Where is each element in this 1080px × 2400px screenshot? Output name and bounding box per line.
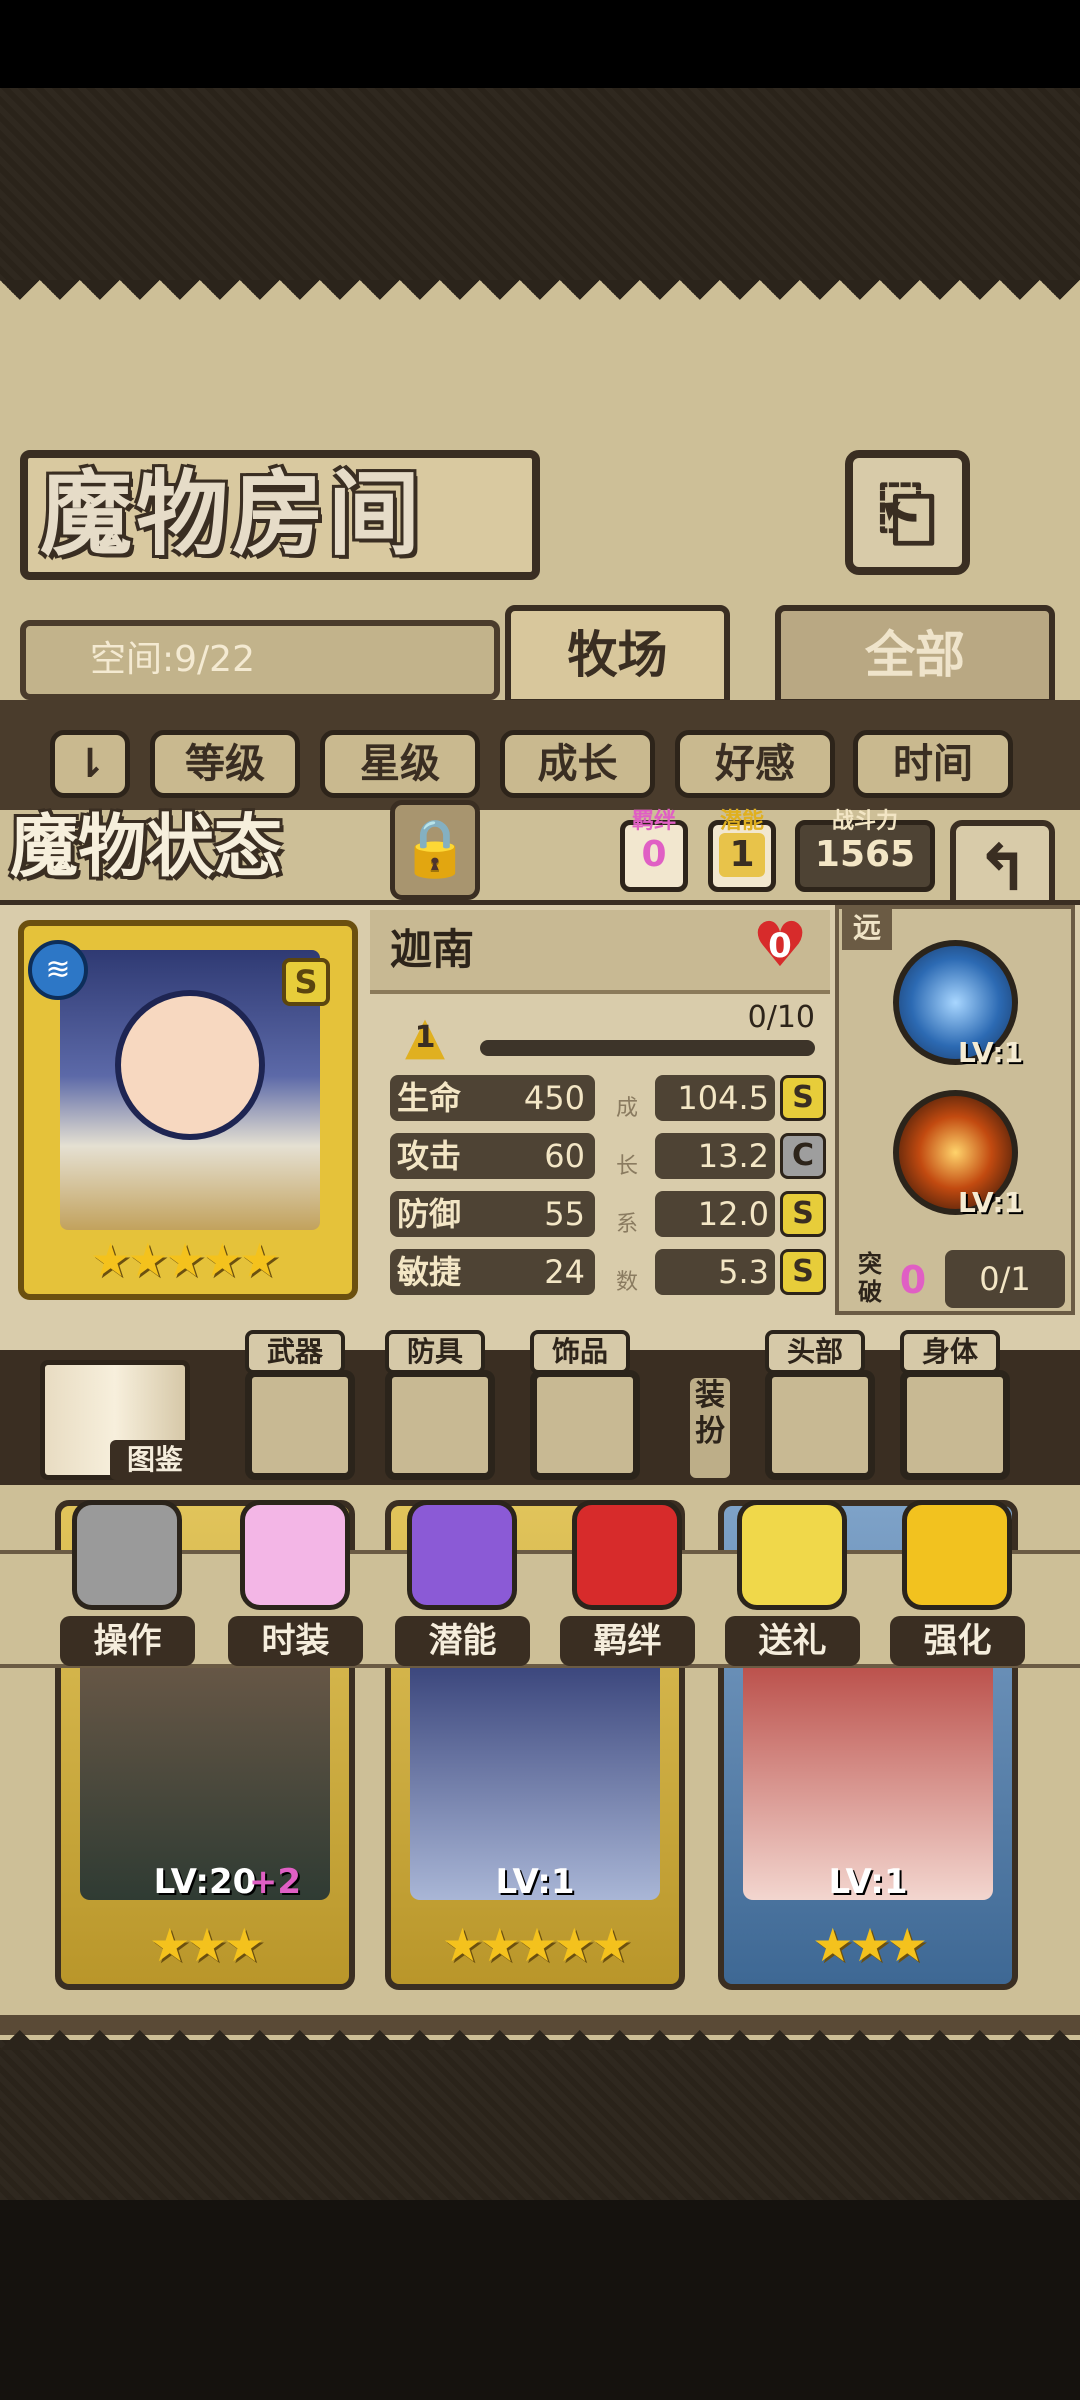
- operate-button[interactable]: 操作: [60, 1500, 195, 1680]
- stat-value: 450: [523, 1079, 585, 1117]
- lock-button[interactable]: 🔒: [390, 800, 480, 900]
- demon-icon: [407, 1500, 517, 1610]
- status-bar-area: [0, 0, 1080, 88]
- tab-all[interactable]: 全部: [775, 605, 1055, 705]
- panel-top-edge: [0, 280, 1080, 320]
- sort-growth-button[interactable]: 成长: [500, 730, 655, 798]
- potential-label: 潜能: [395, 1616, 530, 1666]
- armor-slot[interactable]: [385, 1370, 495, 1480]
- panel-bottom-edge: [0, 2010, 1080, 2050]
- growth-value: 13.2: [655, 1133, 775, 1179]
- monster-name: 迦南: [390, 925, 475, 974]
- tab-pasture[interactable]: 牧场: [505, 605, 730, 705]
- body-slot[interactable]: [900, 1370, 1010, 1480]
- power-badge: 战斗力 1565: [795, 811, 935, 892]
- growth-value: 5.3: [655, 1249, 775, 1295]
- growth-value: 104.5: [655, 1075, 775, 1121]
- head-slot-label: 头部: [765, 1330, 865, 1374]
- bond-button[interactable]: 羁绊: [560, 1500, 695, 1680]
- gift-button[interactable]: 送礼: [725, 1500, 860, 1680]
- bottom-area: [0, 2200, 1080, 2400]
- sort-favor-button[interactable]: 好感: [675, 730, 835, 798]
- bond-badge: 羁绊 0: [620, 811, 688, 892]
- skill-level: LV:1: [958, 1036, 1024, 1069]
- water-element-icon: ≋: [28, 940, 88, 1000]
- monster-portrait-face: [115, 990, 265, 1140]
- roster-level: LV:1: [828, 1862, 908, 1902]
- stat-value: 24: [544, 1253, 585, 1291]
- roster-bonus: +2: [248, 1862, 302, 1902]
- dressup-label: 装扮: [690, 1378, 730, 1478]
- power-badge-label: 战斗力: [831, 809, 898, 834]
- space-capacity-text: 空间:9/22: [90, 639, 255, 680]
- sort-order-toggle[interactable]: ⇂: [50, 730, 130, 798]
- stat-name: 敏捷: [397, 1253, 462, 1291]
- growth-grade: S: [780, 1191, 826, 1237]
- potential-level: 1: [414, 1020, 436, 1055]
- monster-status-title: 魔物状态: [10, 808, 283, 887]
- breakthrough-label: 突破: [858, 1250, 882, 1306]
- enhance-button[interactable]: 强化: [890, 1500, 1025, 1680]
- armor-slot-label: 防具: [385, 1330, 485, 1374]
- potential-button[interactable]: 潜能: [395, 1500, 530, 1680]
- bond-badge-value: 0: [641, 834, 667, 875]
- stat-name: 防御: [397, 1195, 462, 1233]
- back-arrow-icon: ⎗: [878, 471, 936, 555]
- growth-label-char: 数: [615, 1270, 638, 1295]
- growth-label-char: 系: [615, 1212, 638, 1237]
- bond-label: 羁绊: [560, 1616, 695, 1666]
- xp-bar: [480, 1040, 815, 1056]
- operate-label: 操作: [60, 1616, 195, 1666]
- growth-label-char: 长: [615, 1154, 638, 1179]
- power-badge-value: 1565: [814, 834, 916, 875]
- stat-name: 攻击: [397, 1137, 462, 1175]
- skill-level: LV:1: [958, 1186, 1024, 1219]
- favor-value: 0: [768, 926, 792, 966]
- enhance-label: 强化: [890, 1616, 1025, 1666]
- growth-value: 12.0: [655, 1191, 775, 1237]
- gift-label: 送礼: [725, 1616, 860, 1666]
- accessory-slot[interactable]: [530, 1370, 640, 1480]
- range-tag: 远: [842, 905, 892, 950]
- up-arrows-icon: [902, 1500, 1012, 1610]
- weapon-slot-label: 武器: [245, 1330, 345, 1374]
- weapon-slot[interactable]: [245, 1370, 355, 1480]
- stat-value: 55: [544, 1195, 585, 1233]
- accessory-slot-label: 饰品: [530, 1330, 630, 1374]
- roster-stars: ★★★: [812, 1918, 928, 1972]
- page-title: 魔物房间: [40, 461, 425, 568]
- growth-label-char: 成: [615, 1096, 638, 1121]
- gear-icon: [72, 1500, 182, 1610]
- potential-badge-value: 1: [719, 833, 765, 877]
- roster-level: LV:1: [495, 1862, 575, 1902]
- lock-icon: 🔒: [400, 816, 470, 881]
- rank-badge: S: [282, 958, 330, 1006]
- monster-stars: ★★★★★: [90, 1233, 280, 1287]
- bond-badge-label: 羁绊: [631, 809, 676, 834]
- breakthrough-progress[interactable]: 0/1: [945, 1250, 1065, 1308]
- body-slot-label: 身体: [900, 1330, 1000, 1374]
- xp-text: 0/10: [747, 1000, 815, 1035]
- growth-grade: S: [780, 1249, 826, 1295]
- head-slot[interactable]: [765, 1370, 875, 1480]
- sort-star-button[interactable]: 星级: [320, 730, 480, 798]
- costume-icon: [240, 1500, 350, 1610]
- roster-stars: ★★★: [149, 1918, 265, 1972]
- costume-label: 时装: [228, 1616, 363, 1666]
- potential-badge: 潜能 1: [708, 811, 776, 892]
- growth-grade: S: [780, 1075, 826, 1121]
- stat-value: 60: [544, 1137, 585, 1175]
- stat-name: 生命: [397, 1079, 462, 1117]
- roster-stars: ★★★★★: [441, 1918, 632, 1972]
- growth-grade: C: [780, 1133, 826, 1179]
- costume-button[interactable]: 时装: [228, 1500, 363, 1680]
- potential-badge-label: 潜能: [719, 809, 764, 834]
- codex-label[interactable]: 图鉴: [110, 1440, 200, 1480]
- sort-time-button[interactable]: 时间: [853, 730, 1013, 798]
- gift-icon: [737, 1500, 847, 1610]
- hearts-icon: [572, 1500, 682, 1610]
- breakthrough-count: 0: [899, 1258, 927, 1302]
- sort-level-button[interactable]: 等级: [150, 730, 300, 798]
